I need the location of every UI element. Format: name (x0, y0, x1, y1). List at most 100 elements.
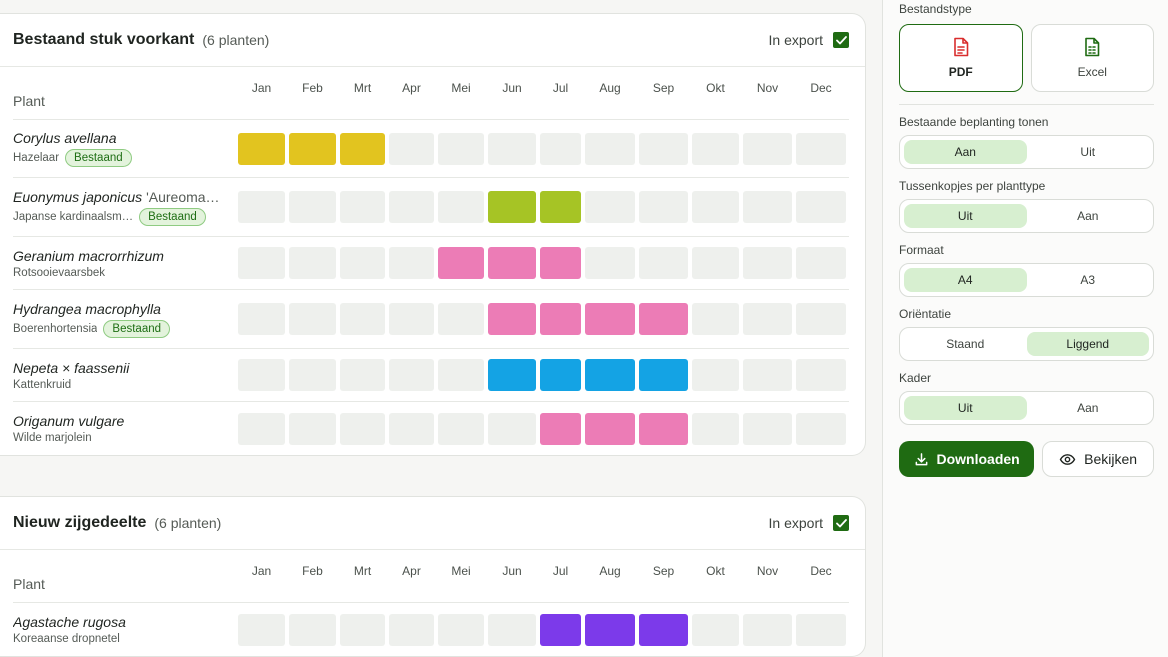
month-header: Mei (451, 564, 471, 578)
bloom-cell-empty (692, 303, 739, 335)
setting-label: Bestaande beplanting tonen (899, 115, 1049, 129)
toggle-option[interactable]: Liggend (1026, 332, 1149, 356)
month-header: Feb (302, 564, 323, 578)
toggle-option[interactable]: Aan (904, 140, 1027, 164)
toggle-option[interactable]: Uit (904, 396, 1027, 420)
setting-label: Oriëntatie (899, 307, 952, 321)
bloom-cell-empty (389, 247, 434, 279)
in-export-checkbox[interactable] (833, 32, 849, 48)
plant-count: (6 planten) (202, 32, 270, 48)
common-name-line: Kattenkruid (13, 379, 232, 391)
bloom-cell-active (585, 303, 635, 335)
view-label: Bekijken (1084, 451, 1138, 467)
bloom-cell-empty (639, 247, 688, 279)
month-header: Jul (552, 81, 569, 95)
setting-toggle: Uit Aan (899, 391, 1154, 425)
bloom-cell-empty (238, 303, 285, 335)
toggle-option[interactable]: A4 (904, 268, 1027, 292)
setting-group: Oriëntatie Staand Liggend (899, 307, 1154, 361)
download-button[interactable]: Downloaden (899, 441, 1035, 477)
bloom-cell-empty (389, 412, 434, 445)
month-header: Jun (502, 564, 522, 578)
plant-name-cell: Agastache rugosa Koreaanse dropnetel (13, 614, 238, 645)
bloom-calendar-panel: Bestaand stuk voorkant (6 planten) In expo… (0, 0, 882, 657)
toggle-option[interactable]: Aan (1027, 396, 1150, 420)
bloom-cell-empty (340, 359, 385, 391)
bloom-cell-empty (389, 132, 434, 165)
bloom-cell-active (585, 359, 635, 391)
plant-latin-name: Agastache rugosa (13, 614, 232, 630)
bloom-cell-active (639, 613, 688, 646)
bloom-cell-empty (438, 359, 484, 391)
plant-name-cell: Euonymus japonicus 'Aureoma… Japanse kard… (13, 189, 238, 226)
bloom-cell-empty (639, 132, 688, 165)
bloom-cell-empty (585, 247, 635, 279)
bloom-cell-empty (438, 303, 484, 335)
bloom-cell-empty (238, 191, 285, 223)
month-header: Sep (652, 81, 675, 95)
latin-name-text: Origanum vulgare (13, 413, 125, 429)
month-header: Jan (251, 564, 272, 578)
bloom-months (238, 359, 846, 391)
toggle-option[interactable]: Uit (904, 204, 1027, 228)
bloom-cell-empty (692, 359, 739, 391)
bloom-cell-empty (585, 191, 635, 223)
toggle-option[interactable]: Uit (1027, 140, 1150, 164)
plant-common-name: Hazelaar (13, 152, 60, 164)
in-export-checkbox[interactable] (833, 515, 849, 531)
month-header: Jun (502, 81, 522, 95)
filetype-pdf-option[interactable]: PDF (899, 24, 1023, 92)
view-button[interactable]: Bekijken (1042, 441, 1154, 477)
bloom-cell-empty (743, 613, 792, 646)
plant-row: Nepeta × faassenii Kattenkruid (13, 349, 849, 402)
plant-name-cell: Nepeta × faassenii Kattenkruid (13, 360, 238, 391)
setting-group: Tussenkopjes per planttype Uit Aan (899, 179, 1154, 233)
section-card: Nieuw zijgedeelte (6 planten) In export Pla… (0, 496, 866, 657)
eye-icon (1059, 453, 1076, 465)
plant-row: Origanum vulgare Wilde marjolein (13, 402, 849, 455)
export-settings-sidebar: Bestandstype PDF Excel Bestaande beplant… (882, 0, 1168, 657)
bloom-cell-empty (340, 247, 385, 279)
month-header: Jan (251, 81, 272, 95)
bloom-cell-empty (796, 247, 846, 279)
column-header-plant: Plant (13, 576, 45, 592)
common-name-line: Koreaanse dropnetel (13, 633, 232, 645)
filetype-excel-option[interactable]: Excel (1030, 24, 1154, 92)
section-header: Nieuw zijgedeelte (6 planten) In export (0, 497, 865, 550)
bloom-cell-empty (389, 303, 434, 335)
toggle-option[interactable]: A3 (1027, 268, 1150, 292)
month-header: Nov (756, 81, 779, 95)
bloom-months (238, 132, 846, 165)
in-export-label: In export (768, 515, 823, 531)
setting-toggle: A4 A3 (899, 263, 1154, 297)
plant-latin-name: Origanum vulgare (13, 413, 232, 429)
latin-name-text: Agastache rugosa (13, 614, 126, 630)
bloom-months (238, 613, 846, 646)
existing-badge: Bestaand (65, 149, 132, 167)
bloom-months (238, 303, 846, 335)
plant-row: Corylus avellana Hazelaar Bestaand (13, 120, 849, 178)
month-headers: Jan Feb Mrt Apr Mei Jun Jul Aug Sep Okt Nov Dec (238, 564, 846, 578)
cultivar-name: 'Aureoma… (146, 188, 220, 205)
plant-name-cell: Corylus avellana Hazelaar Bestaand (13, 130, 238, 167)
check-icon (835, 35, 847, 44)
month-header: Sep (652, 564, 675, 578)
toggle-option[interactable]: Staand (904, 332, 1027, 356)
bloom-cell-empty (438, 412, 484, 445)
check-icon (835, 518, 847, 527)
in-export-label: In export (768, 32, 823, 48)
bloom-cell-active (639, 412, 688, 445)
month-header: Feb (302, 81, 323, 95)
bloom-cell-empty (340, 613, 385, 646)
bloom-cell-empty (289, 247, 336, 279)
month-header: Okt (706, 81, 725, 95)
toggle-option[interactable]: Aan (1027, 204, 1150, 228)
latin-name-text: Hydrangea macrophylla (13, 300, 161, 317)
setting-label: Tussenkopjes per planttype (899, 179, 1046, 193)
bloom-cell-empty (289, 613, 336, 646)
bloom-cell-empty (796, 132, 846, 165)
table-header: Plant Jan Feb Mrt Apr Mei Jun Jul Aug Sep Okt Nov De… (13, 67, 849, 120)
plant-latin-name: Hydrangea macrophylla (13, 301, 232, 317)
bloom-cell-empty (692, 613, 739, 646)
month-header: Dec (810, 564, 832, 578)
